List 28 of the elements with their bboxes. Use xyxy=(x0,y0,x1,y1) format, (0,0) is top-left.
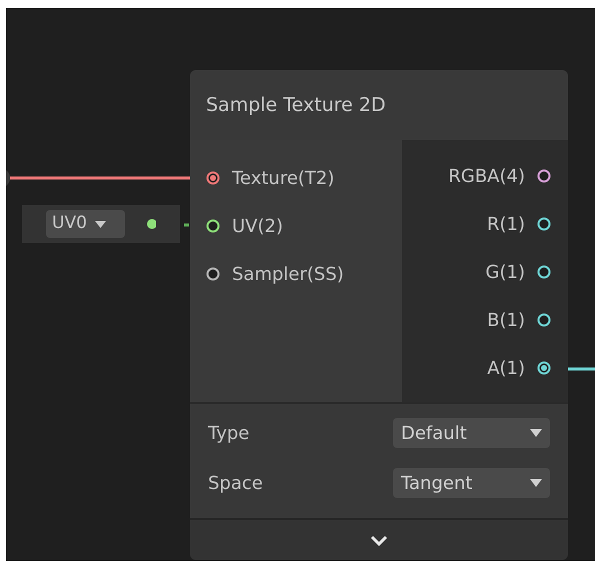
port-label: B(1) xyxy=(487,308,525,332)
port-icon[interactable] xyxy=(537,217,551,231)
caret-icon xyxy=(530,479,542,487)
port-icon[interactable] xyxy=(206,267,220,281)
dropdown[interactable]: Default xyxy=(393,418,550,448)
caret-icon xyxy=(530,429,542,437)
caret-icon xyxy=(94,220,106,228)
port-icon[interactable] xyxy=(537,169,551,183)
port-icon[interactable] xyxy=(537,265,551,279)
port-label: RGBA(4) xyxy=(448,164,525,188)
setting-label: Type xyxy=(208,422,250,446)
port-label: Sampler(SS) xyxy=(232,262,344,286)
port-label: R(1) xyxy=(486,212,525,236)
uv-dropdown[interactable]: UV0 xyxy=(46,210,125,238)
port-label: Texture(T2) xyxy=(232,166,334,190)
port-label: UV(2) xyxy=(232,214,283,238)
connected-port-icon[interactable] xyxy=(206,171,220,185)
wire xyxy=(568,368,595,370)
chevron-down-icon xyxy=(370,534,388,546)
node-title: Sample Texture 2D xyxy=(206,92,386,118)
setting-label: Space xyxy=(208,472,263,496)
port-label: G(1) xyxy=(486,260,525,284)
port-icon[interactable] xyxy=(537,313,551,327)
port-icon[interactable] xyxy=(206,219,220,233)
connected-port-icon[interactable] xyxy=(537,361,551,375)
port-edge xyxy=(6,168,10,188)
dropdown[interactable]: Tangent xyxy=(393,468,550,498)
port-label: A(1) xyxy=(487,356,525,380)
